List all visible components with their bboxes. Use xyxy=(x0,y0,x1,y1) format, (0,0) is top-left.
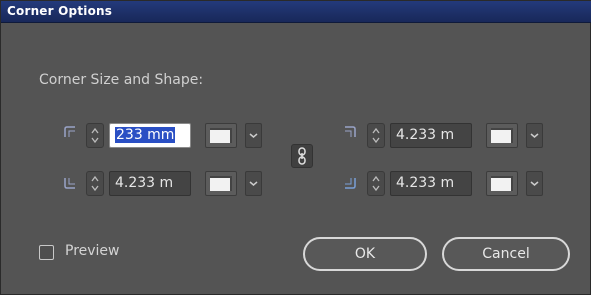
bottom-right-shape-swatch[interactable] xyxy=(486,171,518,196)
preview-label[interactable]: Preview xyxy=(65,243,120,259)
top-right-shape-dropdown[interactable] xyxy=(526,123,543,148)
chevron-down-icon xyxy=(530,133,539,138)
title-bar[interactable]: Corner Options xyxy=(1,1,591,23)
corner-options-dialog: Corner Options Corner Size and Shape: 23… xyxy=(0,0,591,295)
bottom-left-corner-icon xyxy=(64,178,75,189)
chevron-down-icon xyxy=(530,181,539,186)
stepper-arrows-icon xyxy=(91,175,99,192)
top-left-corner-icon xyxy=(64,126,75,137)
bottom-right-corner-icon xyxy=(345,178,356,189)
chevron-down-icon xyxy=(249,133,258,138)
top-left-size-input[interactable]: 233 mm xyxy=(109,123,191,148)
top-left-shape-dropdown[interactable] xyxy=(245,123,262,148)
bottom-right-stepper[interactable] xyxy=(367,171,385,196)
bottom-right-size-input[interactable]: 4.233 m xyxy=(390,171,472,196)
stepper-arrows-icon xyxy=(372,127,380,144)
top-right-size-input[interactable]: 4.233 m xyxy=(390,123,472,148)
stepper-arrows-icon xyxy=(372,175,380,192)
top-right-corner-icon xyxy=(345,126,356,137)
stepper-arrows-icon xyxy=(91,127,99,144)
top-left-size-selection: 233 mm xyxy=(115,127,176,143)
top-left-shape-swatch[interactable] xyxy=(205,123,237,148)
cancel-button[interactable]: Cancel xyxy=(442,237,570,271)
chevron-down-icon xyxy=(249,181,258,186)
bottom-left-shape-dropdown[interactable] xyxy=(245,171,262,196)
dialog-title: Corner Options xyxy=(7,4,113,18)
top-right-stepper[interactable] xyxy=(367,123,385,148)
bottom-left-stepper[interactable] xyxy=(86,171,104,196)
preview-checkbox[interactable] xyxy=(39,245,54,260)
top-left-stepper[interactable] xyxy=(86,123,104,148)
bottom-right-shape-dropdown[interactable] xyxy=(526,171,543,196)
chain-link-icon xyxy=(298,147,306,165)
corner-size-shape-label: Corner Size and Shape: xyxy=(39,72,204,88)
top-right-shape-swatch[interactable] xyxy=(486,123,518,148)
ok-button[interactable]: OK xyxy=(303,237,427,271)
bottom-left-size-input[interactable]: 4.233 m xyxy=(109,171,191,196)
link-corners-button[interactable] xyxy=(291,144,313,168)
bottom-left-shape-swatch[interactable] xyxy=(205,171,237,196)
